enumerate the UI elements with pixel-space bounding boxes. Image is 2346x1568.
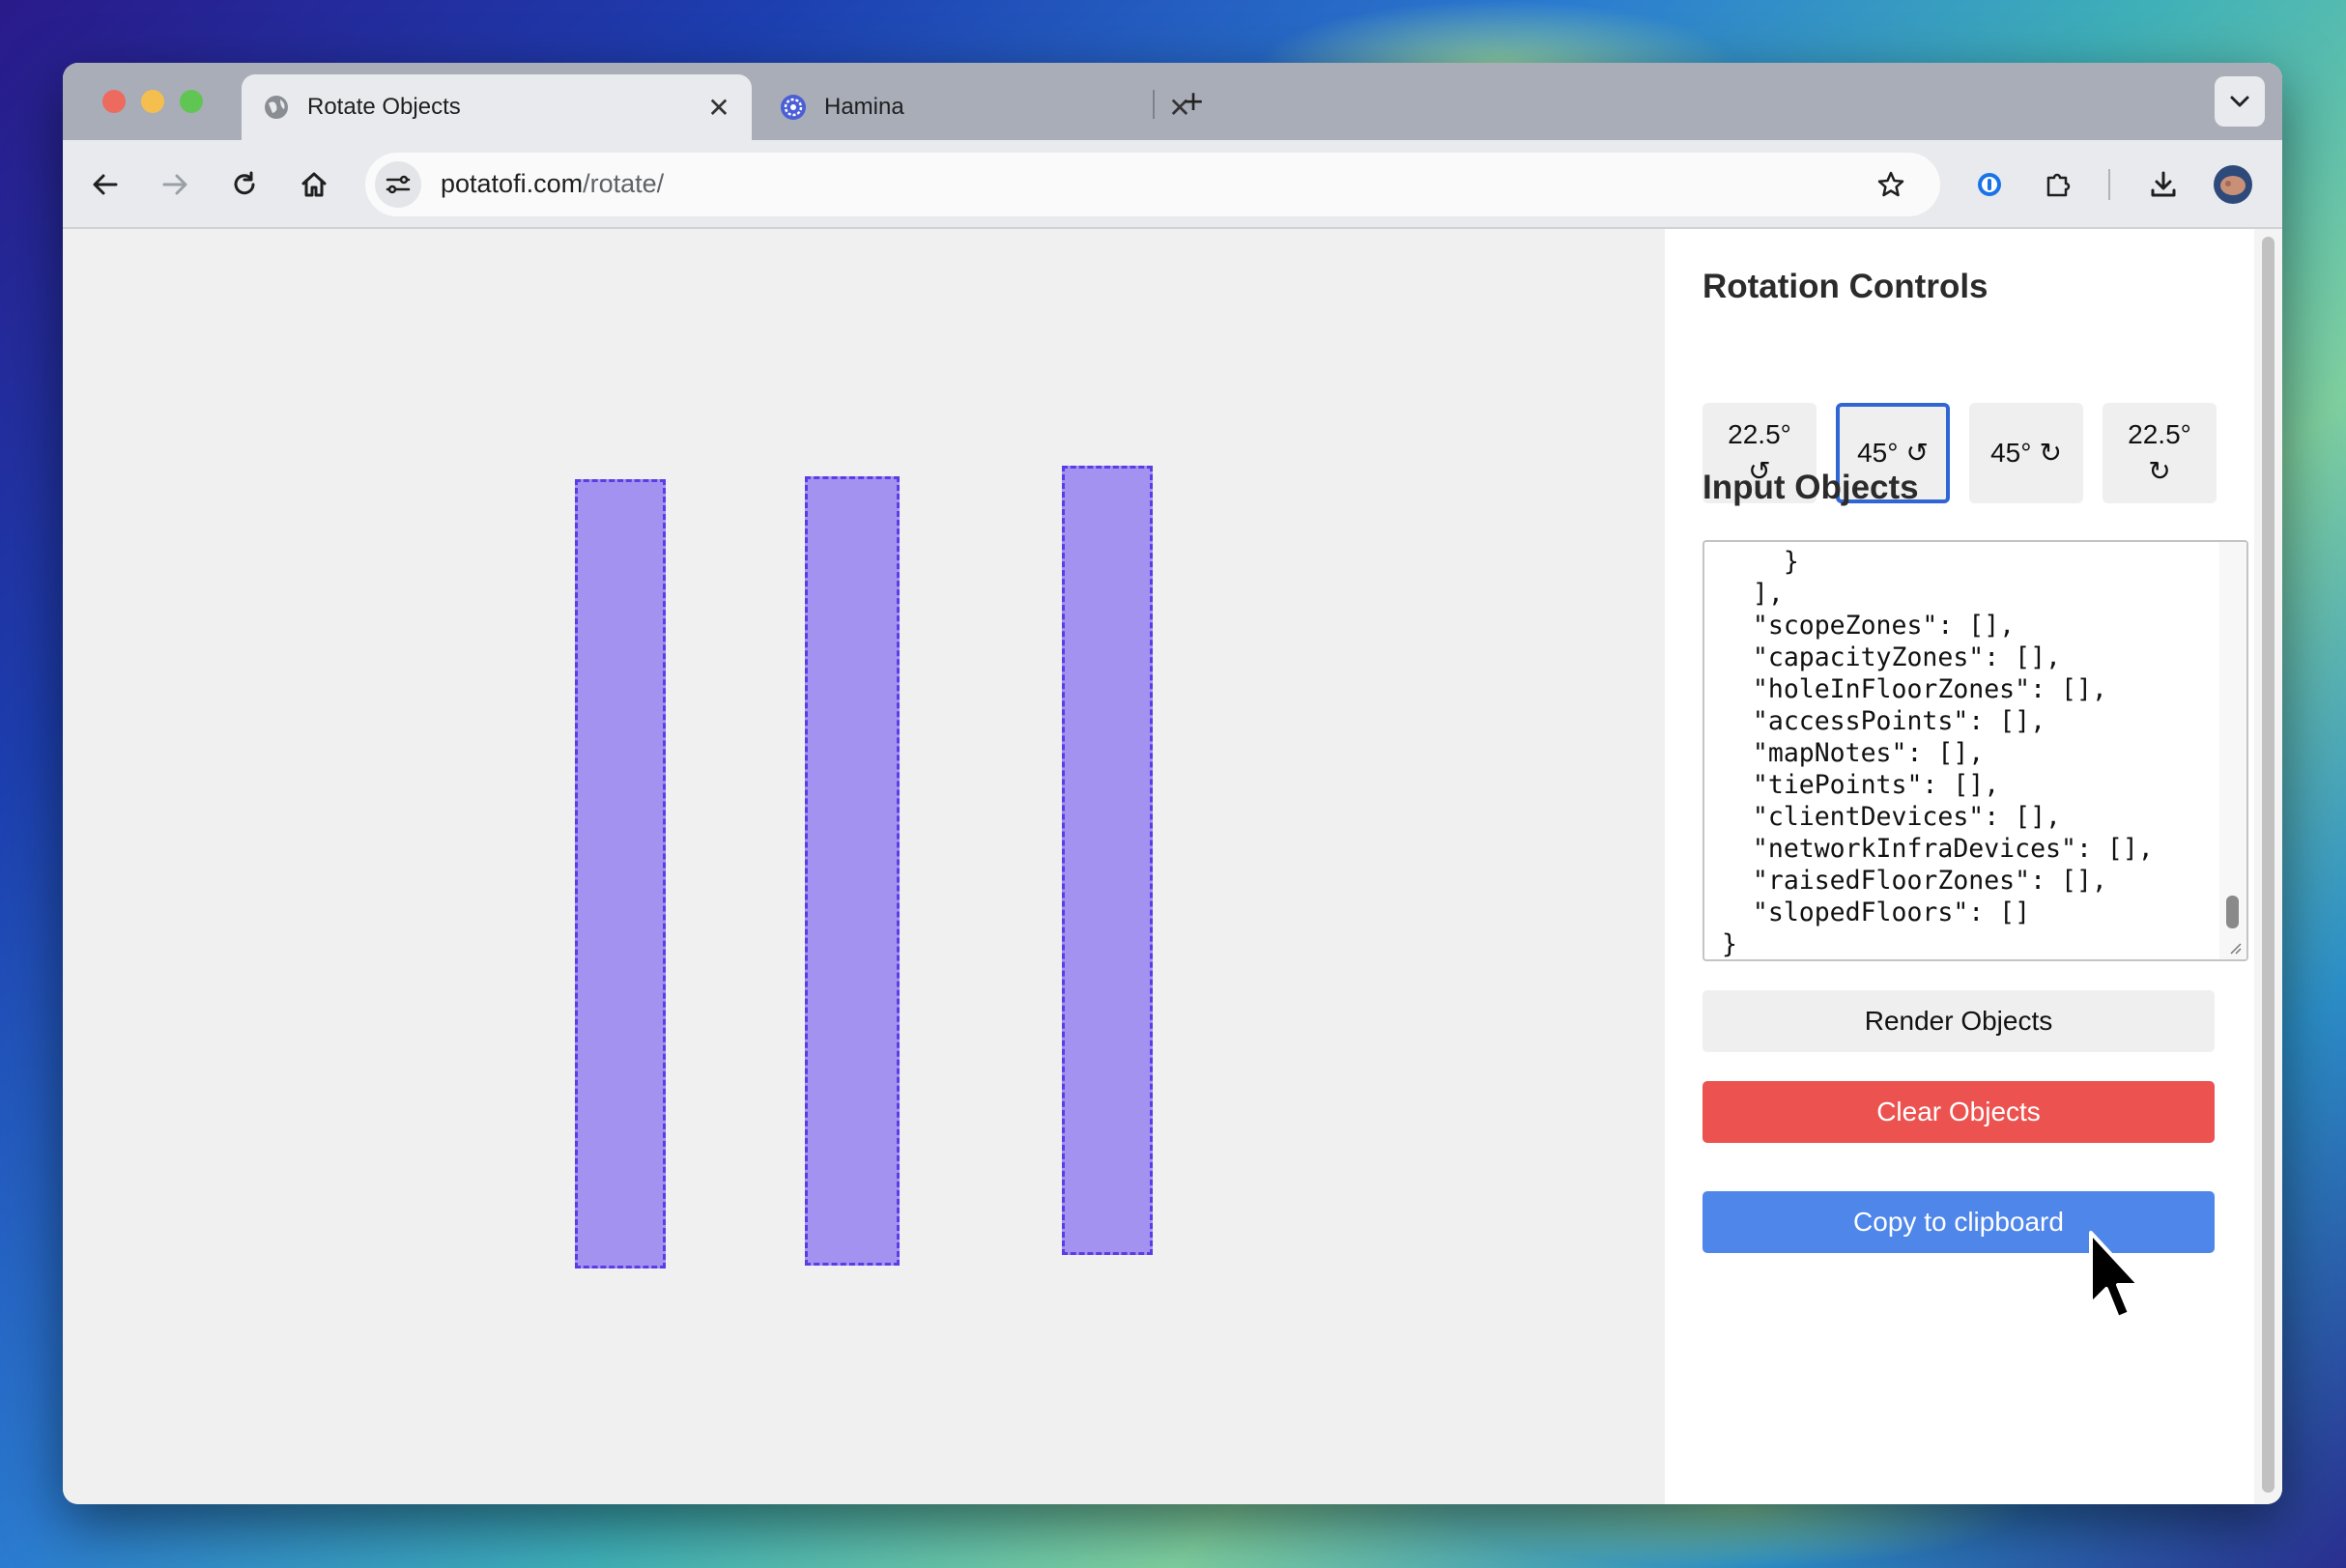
json-line: } <box>1722 547 1799 577</box>
json-line: "networkInfraDevices": [], <box>1722 834 2154 864</box>
textarea-scroll-thumb[interactable] <box>2226 896 2239 928</box>
more-menu-icon[interactable] <box>2279 161 2282 208</box>
json-line: "mapNotes": [], <box>1722 738 1985 768</box>
profile-avatar[interactable] <box>2210 161 2256 208</box>
rendered-object[interactable] <box>1062 466 1153 1255</box>
site-settings-icon[interactable] <box>375 161 421 208</box>
password-manager-icon[interactable] <box>1966 161 2013 208</box>
rotate-cw-icon: ↻ <box>2039 438 2062 468</box>
rotate-amount-label: 45° <box>1857 438 1899 468</box>
rotation-controls-title: Rotation Controls <box>1702 268 1988 305</box>
tab-search-chevron-icon[interactable] <box>2215 76 2265 127</box>
tab-separator <box>1153 90 1155 119</box>
rotate-cw-45-button[interactable]: 45° ↻ <box>1969 403 2083 503</box>
input-objects-textarea[interactable]: } ], "scopeZones": [], "capacityZones": … <box>1702 540 2248 961</box>
forward-arrow-icon[interactable] <box>152 161 198 208</box>
mouse-cursor-icon <box>2089 1231 2141 1320</box>
page-scrollbar[interactable] <box>2254 229 2282 1504</box>
hamina-logo-icon <box>780 94 807 121</box>
address-bar[interactable]: potatofi.com/rotate/ <box>365 153 1940 216</box>
new-tab-plus-icon[interactable]: + <box>1174 81 1213 121</box>
json-line: "accessPoints": [], <box>1722 706 2046 736</box>
bookmark-star-icon[interactable] <box>1869 162 1913 207</box>
rendered-object[interactable] <box>805 476 900 1266</box>
page-scroll-thumb[interactable] <box>2262 237 2274 1493</box>
tab-title: Rotate Objects <box>307 94 461 120</box>
rotate-cw-icon: ↻ <box>2148 456 2171 486</box>
url-path: /rotate/ <box>583 169 665 198</box>
json-line: "scopeZones": [], <box>1722 611 2016 641</box>
json-line: "clientDevices": [], <box>1722 802 2061 832</box>
json-line: "slopedFloors": [] <box>1722 898 2031 927</box>
rotate-amount-label: 22.5° <box>1728 419 1791 449</box>
reload-icon[interactable] <box>221 161 268 208</box>
close-tab-icon[interactable]: ✕ <box>700 88 738 127</box>
json-line: "raisedFloorZones": [], <box>1722 866 2107 896</box>
globe-icon <box>263 94 290 121</box>
render-objects-button[interactable]: Render Objects <box>1702 990 2215 1052</box>
json-line: ], <box>1722 579 1784 609</box>
resize-grip-icon[interactable] <box>2227 940 2243 955</box>
toolbar-separator <box>2108 169 2110 200</box>
home-icon[interactable] <box>291 161 337 208</box>
rotate-ccw-icon: ↺ <box>1905 438 1929 468</box>
tab-title: Hamina <box>824 94 904 120</box>
json-line: "holeInFloorZones": [], <box>1722 674 2107 704</box>
zoom-window-button[interactable] <box>180 90 203 113</box>
download-icon[interactable] <box>2140 161 2187 208</box>
rotate-amount-label: 22.5° <box>2128 419 2191 449</box>
rotate-cw-22-5-button[interactable]: 22.5° ↻ <box>2103 403 2217 503</box>
browser-window: Rotate Objects ✕ Hamina ✕ + potatofi.com… <box>63 63 2282 1504</box>
rotate-amount-label: 45° <box>1990 438 2032 468</box>
extensions-puzzle-icon[interactable] <box>2036 161 2082 208</box>
textarea-scrollbar[interactable] <box>2219 542 2246 959</box>
url-host: potatofi.com <box>441 169 584 198</box>
render-canvas[interactable] <box>63 229 1665 1504</box>
clear-objects-button[interactable]: Clear Objects <box>1702 1081 2215 1143</box>
json-line: "capacityZones": [], <box>1722 642 2061 672</box>
url-text[interactable]: potatofi.com/rotate/ <box>441 169 664 199</box>
back-arrow-icon[interactable] <box>82 161 129 208</box>
tab-bar: Rotate Objects ✕ Hamina ✕ + <box>63 63 2282 140</box>
tab-hamina[interactable]: Hamina ✕ <box>758 74 1213 140</box>
minimize-window-button[interactable] <box>141 90 164 113</box>
json-line: "tiePoints": [], <box>1722 770 2000 800</box>
json-line: } <box>1722 929 1737 959</box>
rendered-object[interactable] <box>575 479 666 1269</box>
input-objects-title: Input Objects <box>1702 469 1919 506</box>
close-window-button[interactable] <box>102 90 126 113</box>
tab-rotate-objects[interactable]: Rotate Objects ✕ <box>242 74 752 140</box>
browser-toolbar: potatofi.com/rotate/ <box>63 140 2282 229</box>
